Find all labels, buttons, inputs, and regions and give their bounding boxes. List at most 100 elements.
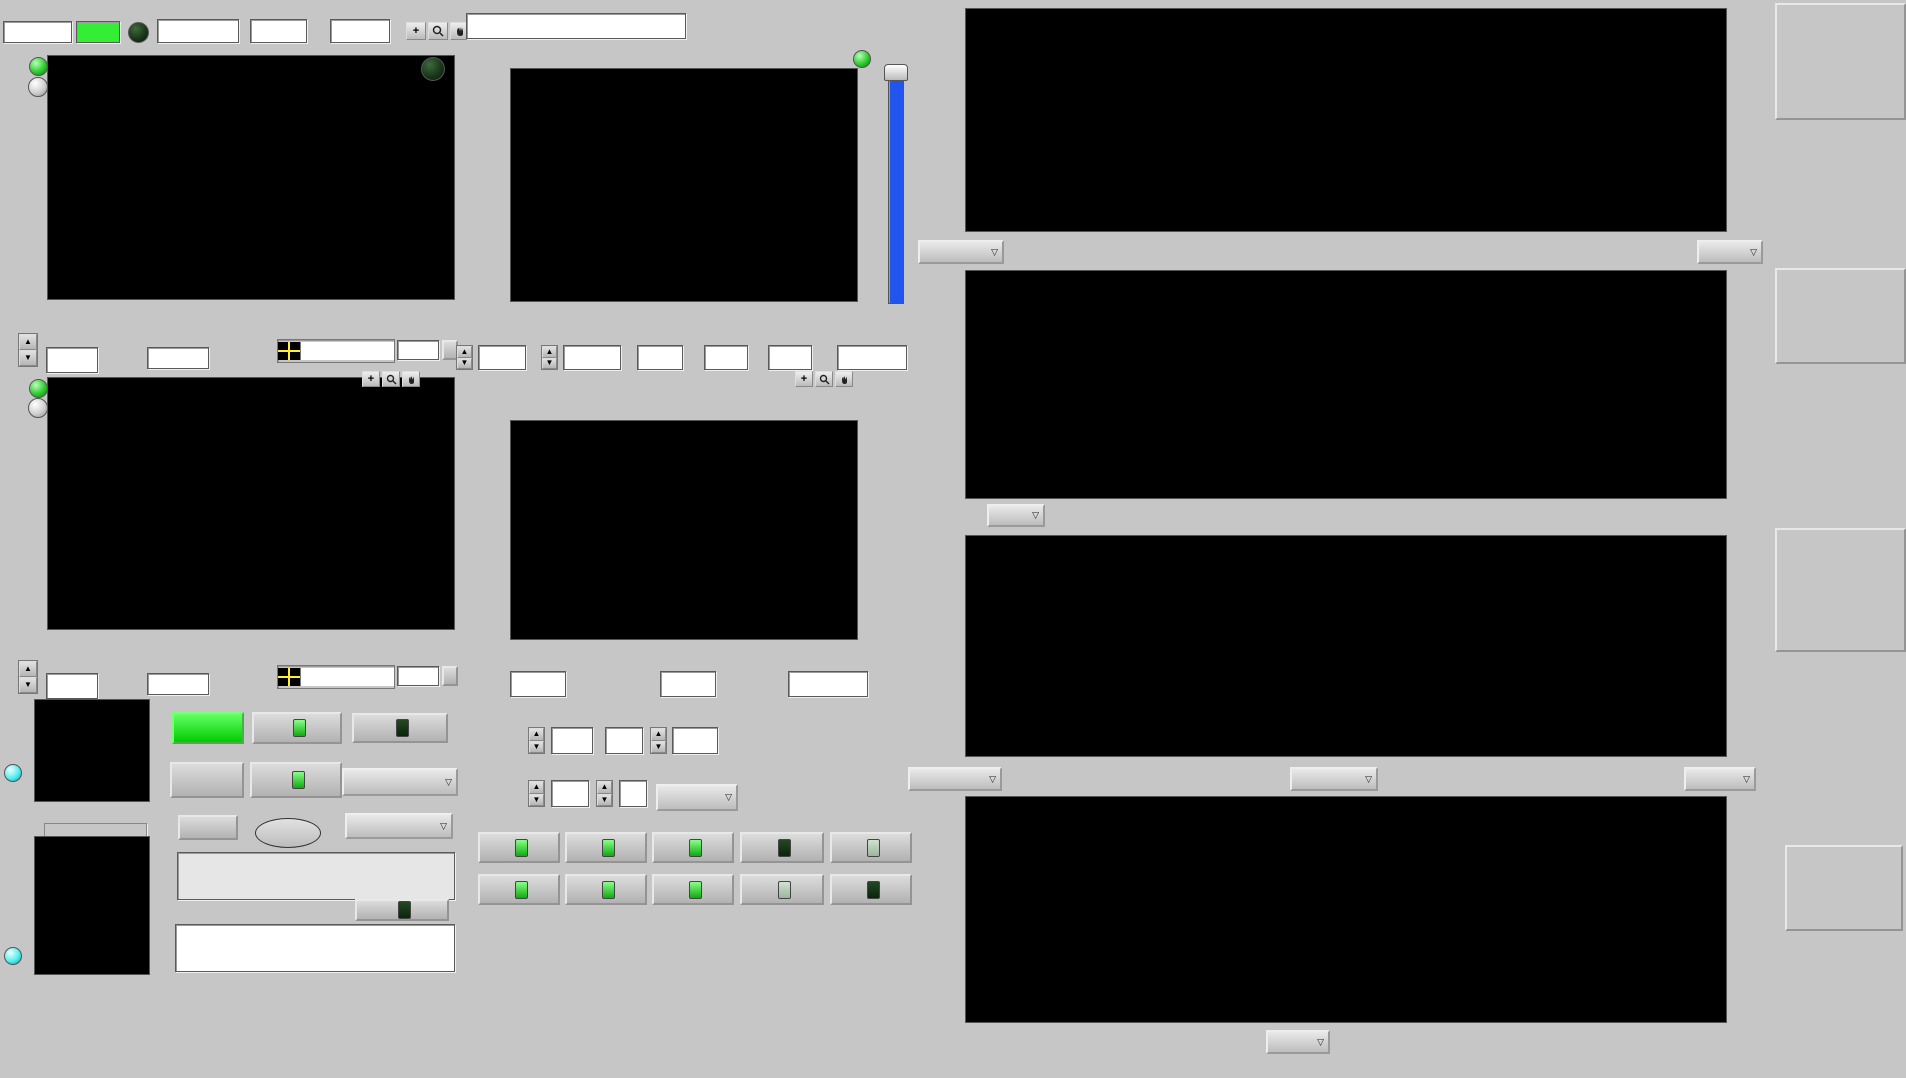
profile-button[interactable] [178, 815, 238, 840]
count-led [778, 839, 791, 857]
meas-prot-dropdown[interactable]: ▽ [345, 813, 453, 839]
crosshair-tool-icon[interactable]: + [362, 371, 380, 387]
ref-spinner[interactable]: ▲▼ [528, 780, 545, 807]
spectrum-b-led[interactable] [29, 57, 48, 76]
zoom-tool-icon[interactable] [382, 371, 400, 387]
pdp-g-chart [510, 420, 858, 640]
crosshair-tool-icon[interactable]: + [406, 22, 426, 40]
coeff-bars-chart [34, 699, 150, 802]
exit-button[interactable] [170, 762, 244, 798]
cursor-g-scroll[interactable] [442, 666, 458, 686]
spectrum-b-led2[interactable] [28, 77, 48, 97]
datetime-value [466, 13, 686, 39]
coeff-b-led[interactable] [4, 947, 22, 965]
gain-slider-knob[interactable] [884, 64, 908, 81]
g-spect-button[interactable] [478, 874, 560, 905]
zoom-tool-icon[interactable] [815, 371, 833, 387]
ts2-dropdown[interactable]: ▽ [987, 504, 1045, 527]
g-pdp-button[interactable] [565, 874, 647, 905]
pdp-br-led [689, 881, 702, 899]
pan-tool-icon[interactable] [402, 371, 420, 387]
sec-field[interactable] [605, 727, 643, 754]
range-spinner[interactable]: ▲▼ [541, 345, 558, 370]
sdc-led [689, 839, 702, 857]
scr-spinner[interactable]: ▲▼ [596, 780, 613, 807]
pdp-b-chart [510, 68, 858, 302]
cursor-crosshair-icon [278, 668, 301, 686]
zoom-tool-icon[interactable] [428, 22, 448, 40]
range-field[interactable] [563, 345, 621, 370]
ts3-right-dropdown[interactable]: ▽ [1684, 767, 1756, 791]
count-spinner[interactable]: ▲▼ [650, 727, 667, 754]
save-led [292, 771, 305, 789]
file-path-field[interactable] [177, 852, 455, 900]
shots-spinner[interactable]: ▲▼ [456, 345, 473, 370]
g-spect-led [515, 881, 528, 899]
cursor-b-widget[interactable] [277, 339, 395, 363]
rinse-led [778, 881, 791, 899]
spectrum-g-led2[interactable] [28, 398, 48, 418]
count-button[interactable] [740, 832, 824, 863]
pump-led [867, 839, 880, 857]
b-spect-button[interactable] [478, 832, 560, 863]
shots-field[interactable] [478, 345, 526, 370]
b-pdp-button[interactable] [565, 832, 647, 863]
ts4-legend [1785, 845, 1903, 931]
int-time-spinner[interactable]: ▲▼ [18, 660, 38, 694]
ts1-legend [1775, 3, 1906, 120]
ref-field[interactable] [551, 780, 589, 807]
graph-palette-pdpg: + [795, 371, 853, 387]
met-off-led [396, 719, 409, 737]
pan-tool-icon[interactable] [835, 371, 853, 387]
met-off-button[interactable] [352, 713, 448, 743]
ts3-legend [1775, 528, 1906, 652]
transect-button[interactable] [252, 712, 342, 744]
temp-led [128, 22, 149, 43]
fvfm-value [704, 345, 748, 370]
cursor-g-widget[interactable] [277, 665, 395, 689]
measurement-dropdown[interactable]: ▽ [342, 768, 458, 796]
ts3-mid-dropdown[interactable]: ▽ [1290, 767, 1378, 791]
wtm-spinner[interactable]: ▲▼ [528, 727, 545, 754]
temp-value [76, 21, 120, 43]
comments-field[interactable] [175, 924, 455, 972]
gain-led[interactable] [853, 50, 871, 68]
ts1-left-dropdown[interactable]: ▽ [918, 240, 1004, 264]
sdc-button[interactable] [652, 832, 734, 863]
station-id-field[interactable] [3, 21, 72, 43]
spectrum-b-status-led [421, 57, 445, 81]
gain-slider-track[interactable] [888, 66, 904, 304]
cursor-b-y [397, 340, 439, 360]
start-button[interactable] [172, 712, 244, 744]
ts3-left-dropdown[interactable]: ▽ [908, 767, 1002, 791]
crosshair-tool-icon[interactable]: + [795, 371, 813, 387]
count-field[interactable] [672, 727, 718, 754]
fvfm-cor-g-value [660, 671, 716, 697]
int-tim-field[interactable] [46, 347, 98, 373]
scr-field[interactable] [619, 780, 647, 807]
sp-peak-g-value [147, 673, 209, 695]
g-pdp-led [602, 881, 615, 899]
int-tim-spinner[interactable]: ▲▼ [18, 333, 38, 367]
ts1-right-dropdown[interactable]: ▽ [1697, 240, 1763, 264]
instrument-panel: + ▲▼ + ▲▼ ▲▼ ▲▼ [0, 0, 1906, 1078]
int-time-field[interactable] [46, 673, 98, 699]
graph-palette-top: + [406, 22, 470, 40]
spectrum-g-led[interactable] [29, 379, 48, 398]
water-type-dropdown[interactable]: ▽ [656, 784, 738, 811]
rinse-button[interactable] [740, 874, 824, 905]
pause-button[interactable] [255, 818, 321, 848]
coeff-a-led[interactable] [4, 764, 22, 782]
transect-led [293, 719, 306, 737]
save-button[interactable] [250, 762, 342, 798]
rb-timeseries-chart [965, 796, 1727, 1023]
dspl-sts-button[interactable] [830, 874, 912, 905]
cycle-time-value [330, 19, 390, 43]
screen-cap-button[interactable] [355, 899, 449, 921]
pump-button[interactable] [830, 832, 912, 863]
shot-num-value [637, 345, 683, 370]
pdp-br-button[interactable] [652, 874, 734, 905]
wtm-field[interactable] [551, 727, 593, 754]
ts4-dropdown[interactable]: ▽ [1266, 1030, 1330, 1054]
elapsed-time-value [157, 19, 239, 43]
